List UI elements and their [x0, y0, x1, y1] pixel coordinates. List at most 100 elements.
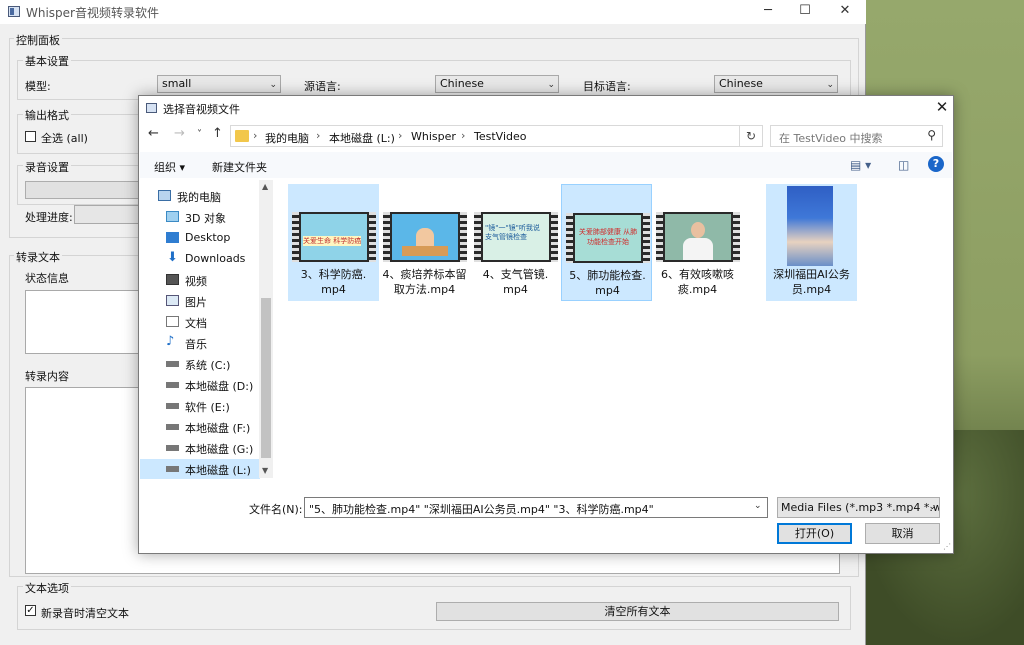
status-info-label: 状态信息 — [25, 272, 69, 285]
nav-item-downloads[interactable]: ⬇ Downloads — [140, 249, 260, 269]
breadcrumb-whisper[interactable]: Whisper — [411, 130, 456, 143]
nav-item-drive-d[interactable]: 本地磁盘 (D:) — [140, 375, 260, 395]
thumbnail-image: "镜"一"镜"听我说 支气管镜检查 — [483, 214, 549, 260]
nav-item-music[interactable]: ♪ 音乐 — [140, 333, 260, 353]
video-thumbnail — [787, 186, 833, 266]
video-thumbnail: "镜"一"镜"听我说 支气管镜检查 — [474, 212, 558, 262]
nav-item-drive-g[interactable]: 本地磁盘 (G:) — [140, 438, 260, 458]
refresh-icon[interactable]: ↻ — [739, 125, 763, 147]
nav-item-drive-l[interactable]: 本地磁盘 (L:) — [140, 459, 260, 479]
scrollbar-thumb[interactable] — [261, 298, 271, 458]
file-name-line: 深圳福田AI公务 — [773, 268, 850, 281]
breadcrumb-drive-l[interactable]: 本地磁盘 (L:) — [329, 130, 395, 146]
nav-item-3d-objects[interactable]: 3D 对象 — [140, 207, 260, 227]
video-thumbnail: 关爱生命 科学防癌 — [292, 212, 376, 262]
thumbnail-image — [665, 214, 731, 260]
folder-icon — [235, 130, 249, 142]
minimize-button[interactable]: ─ — [750, 0, 786, 24]
target-language-label: 目标语言: — [583, 80, 631, 93]
transcription-content-label: 转录内容 — [25, 370, 69, 383]
thumbnail-desk — [402, 246, 448, 256]
dialog-close-button[interactable]: ✕ — [933, 98, 951, 118]
thumbnail-caption: "镜"一"镜"听我说 支气管镜检查 — [485, 224, 540, 241]
nav-item-pictures[interactable]: 图片 — [140, 291, 260, 311]
select-all-label: 全选 (all) — [41, 132, 88, 145]
file-name: 3、科学防癌. mp4 — [288, 267, 379, 297]
clear-all-text-button[interactable]: 清空所有文本 — [436, 602, 839, 621]
nav-item-videos[interactable]: 视频 — [140, 270, 260, 290]
source-language-label: 源语言: — [304, 80, 341, 93]
video-thumbnail — [383, 212, 467, 262]
film-perforation — [656, 212, 663, 262]
file-item[interactable]: "镜"一"镜"听我说 支气管镜检查 4、支气管镜. mp4 — [470, 184, 561, 301]
dialog-icon — [146, 103, 157, 113]
nav-item-drive-e[interactable]: 软件 (E:) — [140, 396, 260, 416]
file-type-filter-select[interactable]: Media Files (*.mp3 *.mp4 *.w ⌄ — [777, 497, 940, 518]
organize-menu[interactable]: 组织 ▾ — [154, 159, 185, 175]
preview-pane-icon[interactable]: ◫ — [898, 158, 909, 172]
up-arrow-icon[interactable]: ↑ — [212, 126, 223, 141]
nav-pane-scrollbar[interactable]: ▲ ▼ — [259, 180, 273, 478]
target-language-value: Chinese — [719, 77, 763, 90]
scroll-down-icon[interactable]: ▼ — [262, 466, 268, 475]
recent-locations-chevron-icon[interactable]: ˅ — [197, 129, 202, 140]
film-perforation — [733, 212, 740, 262]
downloads-icon: ⬇ — [167, 250, 178, 265]
filename-dropdown-chevron-icon[interactable]: ⌄ — [754, 501, 762, 511]
breadcrumb-separator: › — [398, 129, 403, 142]
breadcrumb-testvideo[interactable]: TestVideo — [474, 130, 526, 143]
drive-icon — [166, 424, 179, 430]
model-select[interactable]: small ⌄ — [157, 75, 281, 93]
maximize-button[interactable]: ☐ — [787, 0, 823, 24]
control-panel-title: 控制面板 — [14, 32, 62, 48]
forward-arrow-icon[interactable]: → — [174, 126, 185, 141]
close-button[interactable]: ✕ — [827, 0, 863, 24]
help-icon[interactable]: ? — [928, 156, 944, 172]
target-language-select[interactable]: Chinese ⌄ — [714, 75, 838, 93]
file-name: 5、肺功能检查. mp4 — [562, 268, 653, 298]
drive-icon — [166, 466, 179, 472]
file-name-line: mp4 — [503, 283, 528, 296]
resize-grip-icon[interactable]: ⋰ — [943, 542, 951, 551]
status-info-textbox[interactable] — [25, 290, 140, 354]
film-perforation — [551, 212, 558, 262]
chevron-down-icon: ⌄ — [826, 80, 834, 90]
file-item[interactable]: 4、痰培养标本留 取方法.mp4 — [379, 184, 470, 301]
file-item[interactable]: 关爱生命 科学防癌 3、科学防癌. mp4 — [288, 184, 379, 301]
file-item[interactable]: 关爱肺部健康 从肺功能检查开始 5、肺功能检查. mp4 — [561, 184, 652, 301]
nav-item-desktop[interactable]: Desktop — [140, 228, 260, 248]
nav-item-my-computer[interactable]: 我的电脑 — [140, 186, 260, 206]
text-options-title: 文本选项 — [23, 580, 71, 596]
source-language-select[interactable]: Chinese ⌄ — [435, 75, 559, 93]
chevron-down-icon: ⌄ — [269, 80, 277, 90]
title-bar[interactable]: Whisper音视频转录软件 ─ ☐ ✕ — [0, 0, 866, 24]
cancel-button[interactable]: 取消 — [865, 523, 940, 544]
progress-bar — [74, 205, 140, 224]
open-button[interactable]: 打开(O) — [777, 523, 852, 544]
search-box[interactable]: 在 TestVideo 中搜索 ⚲ — [770, 125, 943, 147]
back-arrow-icon[interactable]: ← — [148, 126, 159, 141]
view-options-icon[interactable]: ▤ ▾ — [850, 158, 871, 172]
film-perforation — [460, 212, 467, 262]
filename-input[interactable]: "5、肺功能检查.mp4" "深圳福田AI公务员.mp4" "3、科学防癌.mp… — [304, 497, 768, 518]
file-item[interactable]: 深圳福田AI公务 员.mp4 — [766, 184, 857, 301]
record-button[interactable] — [25, 181, 140, 199]
clear-on-record-checkbox[interactable]: ✓ — [25, 605, 36, 616]
film-perforation — [566, 213, 573, 263]
nav-item-drive-c[interactable]: 系统 (C:) — [140, 354, 260, 374]
command-bar: 组织 ▾ 新建文件夹 ▤ ▾ ◫ ? — [140, 152, 952, 178]
select-all-checkbox[interactable] — [25, 131, 36, 142]
file-item[interactable]: 6、有效咳嗽咳 痰.mp4 — [652, 184, 743, 301]
new-folder-button[interactable]: 新建文件夹 — [212, 159, 267, 175]
nav-item-drive-f[interactable]: 本地磁盘 (F:) — [140, 417, 260, 437]
drive-icon — [166, 403, 179, 409]
thumbnail-caption: 关爱肺部健康 从肺功能检查开始 — [578, 228, 638, 246]
scroll-up-icon[interactable]: ▲ — [262, 182, 268, 191]
address-bar[interactable]: › 我的电脑 › 本地磁盘 (L:) › Whisper › TestVideo… — [230, 125, 803, 147]
model-value: small — [162, 77, 192, 90]
nav-item-documents[interactable]: 文档 — [140, 312, 260, 332]
breadcrumb-my-computer[interactable]: 我的电脑 — [265, 130, 309, 146]
3d-objects-icon — [166, 211, 179, 222]
thumbnail-face — [691, 222, 705, 238]
file-name-line: mp4 — [321, 283, 346, 296]
